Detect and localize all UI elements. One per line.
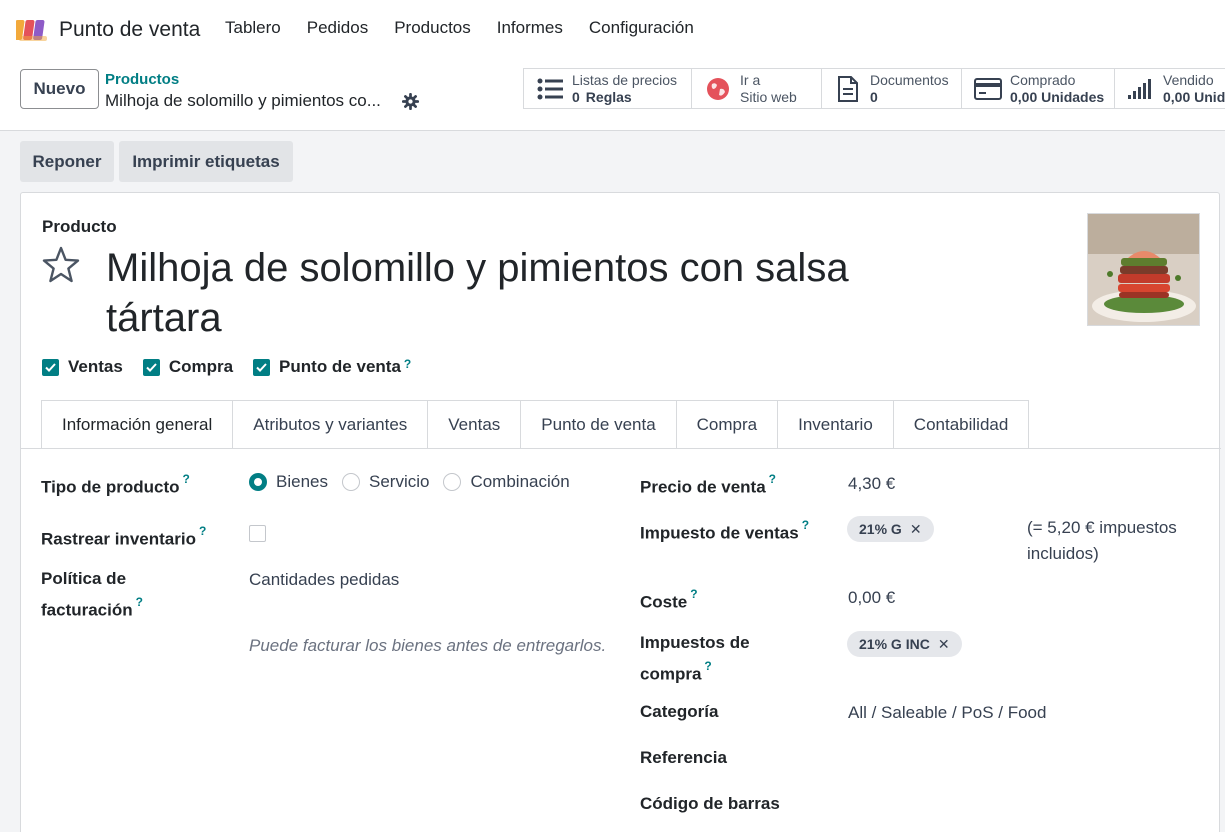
reference-label: Referencia xyxy=(640,748,727,767)
documents-count: 0 xyxy=(870,88,878,105)
radio-combinacion[interactable]: Combinación xyxy=(443,469,570,495)
pricelists-title: Listas de precios xyxy=(572,71,678,88)
pricelists-count: 0 xyxy=(572,88,580,105)
menu-configuracion[interactable]: Configuración xyxy=(576,18,707,38)
cost-input[interactable]: 0,00 € xyxy=(848,585,895,611)
radio-servicio[interactable]: Servicio xyxy=(341,469,429,495)
sold-smart-button[interactable]: Vendido 0,00 Unida xyxy=(1114,68,1225,109)
purchase-tax-label: Impuestos de compra? xyxy=(640,633,750,684)
help-tooltip-icon[interactable]: ? xyxy=(802,518,809,532)
menu-pedidos[interactable]: Pedidos xyxy=(294,18,381,38)
tab-punto-de-venta[interactable]: Punto de venta xyxy=(520,400,677,449)
sold-title: Vendido xyxy=(1163,71,1214,88)
menu-informes[interactable]: Informes xyxy=(484,18,576,38)
tab-atributos-variantes[interactable]: Atributos y variantes xyxy=(232,400,429,449)
form-sheet: Producto Milhoja de solomillo y pimiento… xyxy=(20,192,1221,832)
print-labels-button[interactable]: Imprimir etiquetas xyxy=(119,141,293,182)
tab-inventario[interactable]: Inventario xyxy=(777,400,894,449)
check-icon xyxy=(253,358,271,376)
product-type-label: Tipo de producto? xyxy=(41,472,190,497)
tab-compra[interactable]: Compra xyxy=(675,400,779,449)
website-title: Ir a xyxy=(740,71,761,88)
category-select[interactable]: All / Saleable / PoS / Food xyxy=(848,700,1046,726)
purchased-value: 0,00 Unidades xyxy=(1010,88,1105,105)
sales-tax-label: Impuesto de ventas? xyxy=(640,518,810,543)
purchase-checkbox[interactable]: Compra xyxy=(142,357,234,377)
product-name[interactable]: Milhoja de solomillo y pimientos con sal… xyxy=(106,243,866,343)
help-tooltip-icon[interactable]: ? xyxy=(704,659,711,673)
credit-card-icon xyxy=(974,76,1002,102)
pricelists-smart-button[interactable]: Listas de precios 0 Reglas xyxy=(523,68,692,109)
tabs-divider xyxy=(21,448,1221,449)
product-image[interactable] xyxy=(1087,213,1200,326)
invoice-policy-hint: Puede facturar los bienes antes de entre… xyxy=(249,636,607,655)
category-label: Categoría xyxy=(640,702,719,721)
menu-tablero[interactable]: Tablero xyxy=(212,18,294,38)
control-panel: Nuevo Productos Milhoja de solomillo y p… xyxy=(0,60,1225,131)
website-smart-button[interactable]: Ir a Sitio web xyxy=(691,68,822,109)
radio-bienes[interactable]: Bienes xyxy=(249,469,328,495)
invoice-policy-label: Política de facturación? xyxy=(41,569,143,620)
replenish-button[interactable]: Reponer xyxy=(20,141,114,182)
notebook-tabs: Información general Atributos y variante… xyxy=(41,400,1030,449)
documents-title: Documentos xyxy=(870,71,949,88)
product-label: Producto xyxy=(42,217,117,236)
check-icon xyxy=(42,358,59,376)
purchase-label: Compra xyxy=(168,357,234,376)
tab-ventas[interactable]: Ventas xyxy=(427,400,522,449)
check-icon xyxy=(142,358,160,376)
breadcrumb-parent[interactable]: Productos xyxy=(105,71,179,88)
tab-informacion-general[interactable]: Información general xyxy=(41,400,234,449)
product-flags: Ventas Compra Punto de venta? xyxy=(42,357,431,377)
tab-contabilidad[interactable]: Contabilidad xyxy=(892,400,1030,449)
sold-value: 0,00 Unida xyxy=(1163,88,1225,105)
menu-productos[interactable]: Productos xyxy=(381,18,484,38)
cost-label: Coste? xyxy=(640,587,698,612)
gear-icon[interactable] xyxy=(402,93,419,110)
help-tooltip-icon[interactable]: ? xyxy=(769,472,776,486)
help-tooltip-icon[interactable]: ? xyxy=(136,595,143,609)
invoice-policy-select[interactable]: Cantidades pedidas xyxy=(249,567,399,593)
pos-label: Punto de venta xyxy=(279,357,401,376)
remove-tag-icon[interactable]: ✕ xyxy=(938,636,950,653)
sale-price-input[interactable]: 4,30 € xyxy=(848,471,895,497)
document-icon xyxy=(834,75,862,102)
breadcrumb-current: Milhoja de solomillo y pimientos co... xyxy=(105,91,381,110)
globe-icon xyxy=(704,76,732,102)
pos-app-icon[interactable] xyxy=(16,18,50,42)
list-icon xyxy=(536,76,564,102)
sales-checkbox[interactable]: Ventas xyxy=(42,357,123,377)
app-title[interactable]: Punto de venta xyxy=(59,18,200,42)
product-type-radio-group: Bienes Servicio Combinación xyxy=(249,469,584,495)
barcode-label: Código de barras xyxy=(640,794,780,813)
website-value: Sitio web xyxy=(740,88,797,105)
top-navbar: Punto de venta Tablero Pedidos Productos… xyxy=(0,0,1225,60)
tax-included-note: (= 5,20 € impuestos incluidos) xyxy=(1027,518,1177,563)
track-inventory-label: Rastrear inventario? xyxy=(41,524,207,549)
purchased-title: Comprado xyxy=(1010,71,1076,88)
top-menu: Tablero Pedidos Productos Informes Confi… xyxy=(212,18,707,38)
sale-price-label: Precio de venta? xyxy=(640,472,777,497)
purchased-smart-button[interactable]: Comprado 0,00 Unidades xyxy=(961,68,1115,109)
star-icon[interactable] xyxy=(41,245,81,285)
signal-bars-icon xyxy=(1127,76,1155,102)
sales-tax-tag[interactable]: 21% G ✕ xyxy=(847,516,934,542)
help-tooltip-icon[interactable]: ? xyxy=(183,472,190,486)
help-tooltip-icon[interactable]: ? xyxy=(690,587,697,601)
documents-smart-button[interactable]: Documentos 0 xyxy=(821,68,962,109)
purchase-tax-tag[interactable]: 21% G INC ✕ xyxy=(847,631,962,657)
track-inventory-checkbox[interactable] xyxy=(249,525,266,542)
help-tooltip-icon[interactable]: ? xyxy=(404,357,411,371)
pricelists-unit: Reglas xyxy=(585,88,632,105)
help-tooltip-icon[interactable]: ? xyxy=(199,524,206,538)
pos-checkbox[interactable]: Punto de venta? xyxy=(253,357,411,377)
new-button[interactable]: Nuevo xyxy=(20,69,99,109)
remove-tag-icon[interactable]: ✕ xyxy=(910,521,922,538)
sales-label: Ventas xyxy=(68,357,123,376)
